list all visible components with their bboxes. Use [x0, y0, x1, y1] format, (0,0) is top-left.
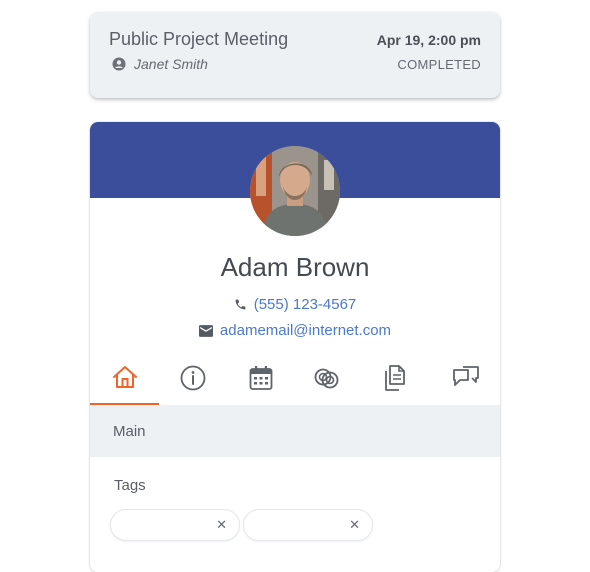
meeting-host-name: Janet Smith: [134, 56, 208, 72]
tags-label: Tags: [114, 477, 146, 494]
tab-calendar[interactable]: [226, 351, 295, 405]
tab-documents[interactable]: [358, 351, 432, 405]
tab-chat[interactable]: [432, 351, 500, 405]
meeting-title: Public Project Meeting: [109, 29, 289, 49]
phone-link[interactable]: (555) 123-4567: [90, 296, 500, 313]
phone-number[interactable]: (555) 123-4567: [254, 296, 357, 313]
avatar: [250, 146, 340, 236]
tab-info[interactable]: [159, 351, 226, 405]
main-section-header[interactable]: Main: [90, 405, 500, 457]
email-address[interactable]: adamemail@internet.com: [220, 322, 391, 339]
main-section-label: Main: [113, 423, 146, 440]
mail-icon: [198, 324, 213, 337]
tab-rings[interactable]: [295, 351, 358, 405]
tag-chip[interactable]: ✕: [110, 509, 240, 541]
meeting-host: Janet Smith: [112, 56, 208, 72]
close-icon[interactable]: ✕: [216, 518, 227, 532]
phone-icon: [235, 299, 246, 310]
tag-chip[interactable]: ✕: [243, 509, 373, 541]
profile-tabs: [90, 351, 500, 405]
tab-home[interactable]: [90, 351, 159, 405]
profile-name: Adam Brown: [220, 252, 370, 282]
email-link[interactable]: adamemail@internet.com: [90, 322, 500, 339]
rings-icon: [314, 368, 338, 389]
info-icon: [180, 365, 205, 391]
profile-card: Adam Brown (555) 123-4567 adamemail@inte…: [90, 122, 500, 572]
user-icon: [112, 57, 126, 71]
chat-icon: [453, 366, 479, 386]
meeting-date: Apr 19, 2:00 pm: [376, 32, 481, 48]
close-icon[interactable]: ✕: [349, 518, 360, 532]
home-icon: [112, 366, 137, 388]
documents-icon: [385, 365, 405, 391]
meeting-status-badge: COMPLETED: [397, 57, 481, 72]
calendar-icon: [249, 366, 272, 390]
meeting-card[interactable]: Public Project Meeting Janet Smith Apr 1…: [90, 12, 500, 98]
